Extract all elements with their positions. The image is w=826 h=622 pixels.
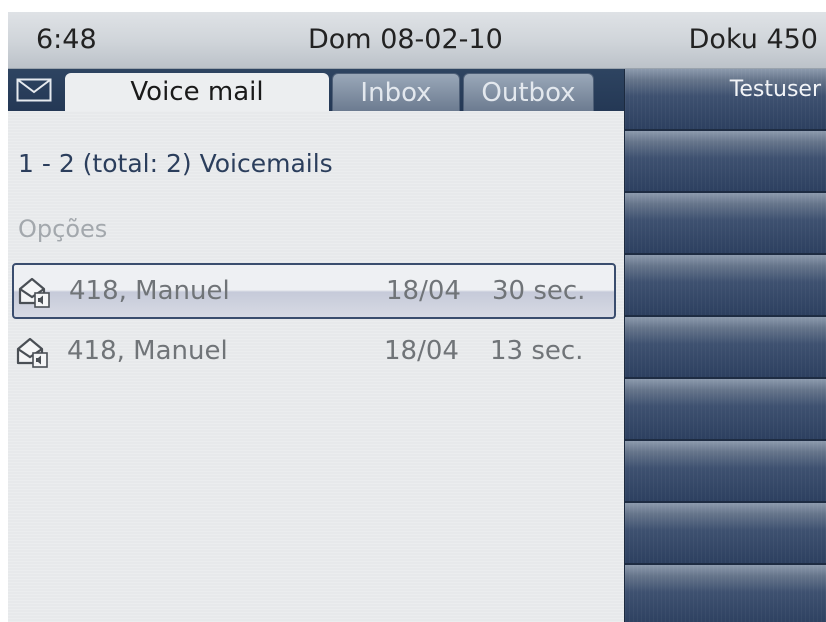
message-date: 18/04	[386, 276, 461, 306]
function-key-panel: Testuser	[624, 69, 826, 622]
tab-voice-mail[interactable]: Voice mail	[65, 73, 329, 111]
voicemail-count: 1 - 2 (total: 2) Voicemails	[18, 149, 333, 178]
message-duration: 13 sec.	[490, 336, 584, 366]
voicemail-list-panel: 1 - 2 (total: 2) Voicemails Opções 418, …	[8, 111, 624, 622]
tab-bar: Voice mail Inbox Outbox	[8, 69, 624, 111]
date-display: Dom 08-02-10	[308, 24, 503, 55]
voicemail-row[interactable]: 418, Manuel 18/04 30 sec.	[12, 263, 616, 319]
tab-outbox[interactable]: Outbox	[463, 73, 594, 111]
device-name: Doku 450	[688, 24, 818, 55]
clock: 6:48	[36, 24, 97, 55]
function-key[interactable]	[625, 255, 826, 317]
envelope-icon	[16, 78, 52, 102]
function-key[interactable]	[625, 193, 826, 255]
voicemail-envelope-icon	[18, 277, 50, 308]
status-bar: 6:48 Dom 08-02-10 Doku 450	[8, 12, 826, 69]
function-key[interactable]	[625, 441, 826, 503]
phone-screen: 6:48 Dom 08-02-10 Doku 450 Voice mail In…	[8, 12, 826, 622]
function-key-testuser[interactable]: Testuser	[625, 69, 826, 131]
message-date: 18/04	[384, 336, 459, 366]
function-key-label: Testuser	[729, 77, 821, 102]
function-key[interactable]	[625, 317, 826, 379]
caller-name: 418, Manuel	[69, 276, 230, 306]
function-key[interactable]	[625, 131, 826, 193]
function-key[interactable]	[625, 379, 826, 441]
voicemail-envelope-icon	[16, 337, 48, 368]
tab-inbox[interactable]: Inbox	[332, 73, 460, 111]
function-key[interactable]	[625, 565, 826, 622]
voicemail-row[interactable]: 418, Manuel 18/04 13 sec.	[12, 325, 616, 381]
function-key[interactable]	[625, 503, 826, 565]
message-duration: 30 sec.	[492, 276, 586, 306]
caller-name: 418, Manuel	[67, 336, 228, 366]
options-item[interactable]: Opções	[18, 215, 107, 243]
